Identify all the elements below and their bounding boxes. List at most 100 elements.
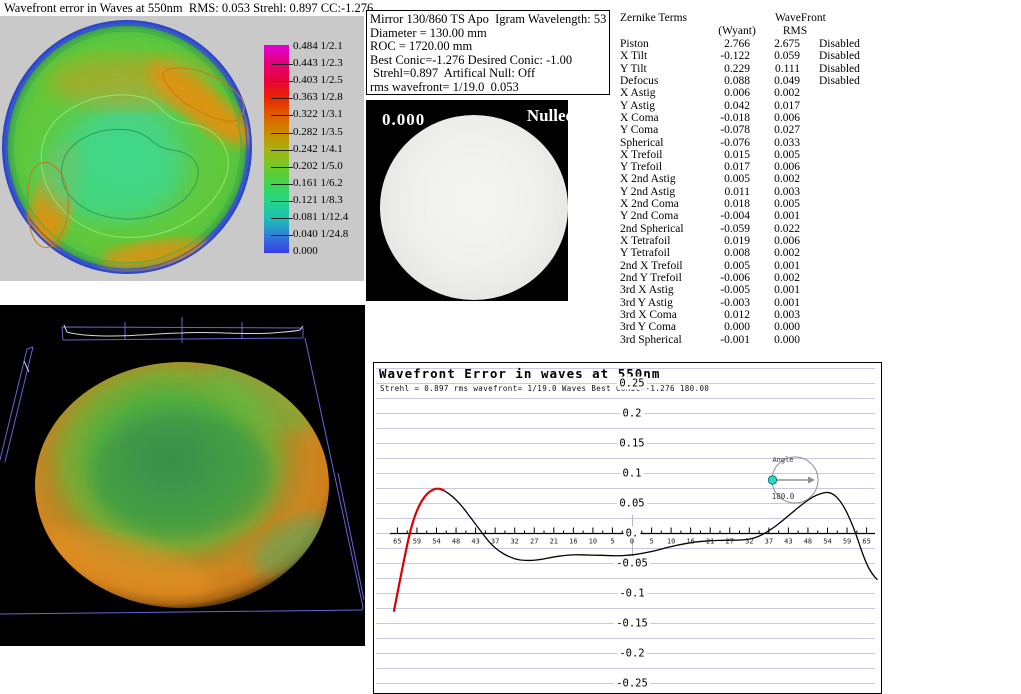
svg-text:-0.05: -0.05 (616, 558, 648, 570)
cell-name: Y Tilt (620, 63, 717, 75)
cell-name: X Coma (620, 112, 717, 124)
info-line: Mirror 130/860 TS Apo Igram Wavelength: … (370, 13, 606, 27)
scale-label: 0.081 1/12.4 (293, 211, 348, 224)
cell-rms: 0.000 (750, 321, 800, 333)
scale-label: 0.040 1/24.8 (293, 228, 348, 241)
scale-label: 0.484 1/2.1 (293, 40, 343, 53)
svg-text:-0.25: -0.25 (616, 678, 648, 690)
cell-status (800, 260, 915, 272)
cell-name: X Tetrafoil (620, 235, 717, 247)
cell-wyant: -0.003 (717, 297, 750, 309)
scale-tick-line (271, 133, 293, 134)
cell-wyant: 0.005 (717, 173, 750, 185)
profile-plot-panel[interactable]: Wavefront Error in waves at 550nm Strehl… (373, 362, 882, 694)
table-row: 2nd Y Trefoil-0.0060.002 (620, 272, 915, 284)
cell-status (800, 173, 915, 185)
scale-tick-line (271, 184, 293, 185)
scale-tick-line (271, 150, 293, 151)
svg-text:54: 54 (823, 538, 831, 546)
cell-wyant: 0.019 (717, 235, 750, 247)
table-row: Y Coma-0.0780.027 (620, 124, 915, 136)
cell-name: X Astig (620, 87, 717, 99)
cell-wyant: -0.059 (717, 223, 750, 235)
svg-text:-0.15: -0.15 (616, 618, 648, 630)
svg-text:32: 32 (745, 538, 753, 546)
svg-text:0.2: 0.2 (623, 408, 642, 420)
cell-rms: 0.006 (750, 112, 800, 124)
cell-name: Y 2nd Coma (620, 210, 717, 222)
table-row: 3rd Y Astig-0.0030.001 (620, 297, 915, 309)
svg-text:0: 0 (630, 538, 634, 546)
cell-status (800, 186, 915, 198)
scale-label: 0.363 1/2.8 (293, 91, 343, 104)
info-line: rms wavefront= 1/19.0 0.053 (370, 81, 606, 95)
table-row: 3rd Y Coma0.0000.000 (620, 321, 915, 333)
cell-status (800, 247, 915, 259)
cell-rms: 0.003 (750, 186, 800, 198)
cell-rms: 0.049 (750, 75, 800, 87)
cell-name: 3rd Spherical (620, 334, 717, 346)
svg-text:27: 27 (726, 538, 734, 546)
scale-label: 0.403 1/2.5 (293, 74, 343, 87)
cell-name: X 2nd Coma (620, 198, 717, 210)
igram-panel[interactable]: 0.000 Nulled (366, 100, 568, 301)
cell-name: 3rd Y Coma (620, 321, 717, 333)
cell-name: X 2nd Astig (620, 173, 717, 185)
cell-wyant: -0.122 (717, 50, 750, 62)
table-row: X Astig0.0060.002 (620, 87, 915, 99)
info-line: Diameter = 130.00 mm (370, 27, 606, 41)
table-row: Y Trefoil0.0170.006 (620, 161, 915, 173)
scale-label: 0.322 1/3.1 (293, 108, 343, 121)
cell-wyant: -0.078 (717, 124, 750, 136)
zernike-wyant-header: (Wyant) (713, 25, 761, 37)
svg-text:43: 43 (471, 538, 479, 546)
cell-name: X Tilt (620, 50, 717, 62)
cell-rms: 0.022 (750, 223, 800, 235)
scale-label: 0.282 1/3.5 (293, 126, 343, 139)
table-row: 2nd X Trefoil0.0050.001 (620, 260, 915, 272)
angle-handle-dot[interactable] (768, 476, 776, 484)
cell-status (800, 334, 915, 346)
svg-text:21: 21 (550, 538, 558, 546)
cell-status (800, 100, 915, 112)
table-row: X Trefoil0.0150.005 (620, 149, 915, 161)
wavefront-analysis-screen: Wavefront error in Waves at 550nm RMS: 0… (0, 0, 1021, 687)
cell-wyant: 0.006 (717, 87, 750, 99)
cell-rms: 0.002 (750, 272, 800, 284)
cell-wyant: 0.018 (717, 198, 750, 210)
scale-tick-line (271, 64, 293, 65)
cell-rms: 0.002 (750, 247, 800, 259)
svg-text:-0.1: -0.1 (619, 588, 644, 600)
svg-text:54: 54 (432, 538, 440, 546)
cell-status (800, 235, 915, 247)
svg-text:48: 48 (452, 538, 460, 546)
cell-rms: 0.001 (750, 284, 800, 296)
cell-rms: 0.001 (750, 260, 800, 272)
svg-text:48: 48 (804, 538, 812, 546)
cell-name: Spherical (620, 137, 717, 149)
angle-value: 180.0 (772, 492, 795, 501)
svg-text:59: 59 (413, 538, 421, 546)
cell-rms: 0.006 (750, 235, 800, 247)
scale-label: 0.202 1/5.0 (293, 160, 343, 173)
cell-status (800, 124, 915, 136)
cell-status (800, 198, 915, 210)
cell-wyant: 0.088 (717, 75, 750, 87)
table-row: Defocus0.0880.049Disabled (620, 75, 915, 87)
angle-arrow-icon (808, 477, 815, 484)
scale-tick-line (271, 235, 293, 236)
scale-tick-line (271, 81, 293, 82)
angle-label: Angle (772, 456, 793, 464)
cell-wyant: -0.004 (717, 210, 750, 222)
svg-text:-0.2: -0.2 (619, 648, 644, 660)
3d-wavefront-view (0, 305, 365, 646)
cell-wyant: -0.018 (717, 112, 750, 124)
zernike-table: Zernike Terms WaveFront (Wyant) RMS Pist… (620, 6, 915, 351)
angle-indicator[interactable]: Angle 180.0 (768, 456, 818, 503)
cell-name: Y Astig (620, 100, 717, 112)
3d-wavefront-panel[interactable] (0, 305, 365, 646)
cell-status: Disabled (800, 38, 915, 50)
cell-wyant: -0.006 (717, 272, 750, 284)
info-line: Strehl=0.897 Artifical Null: Off (370, 67, 606, 81)
cell-status (800, 137, 915, 149)
